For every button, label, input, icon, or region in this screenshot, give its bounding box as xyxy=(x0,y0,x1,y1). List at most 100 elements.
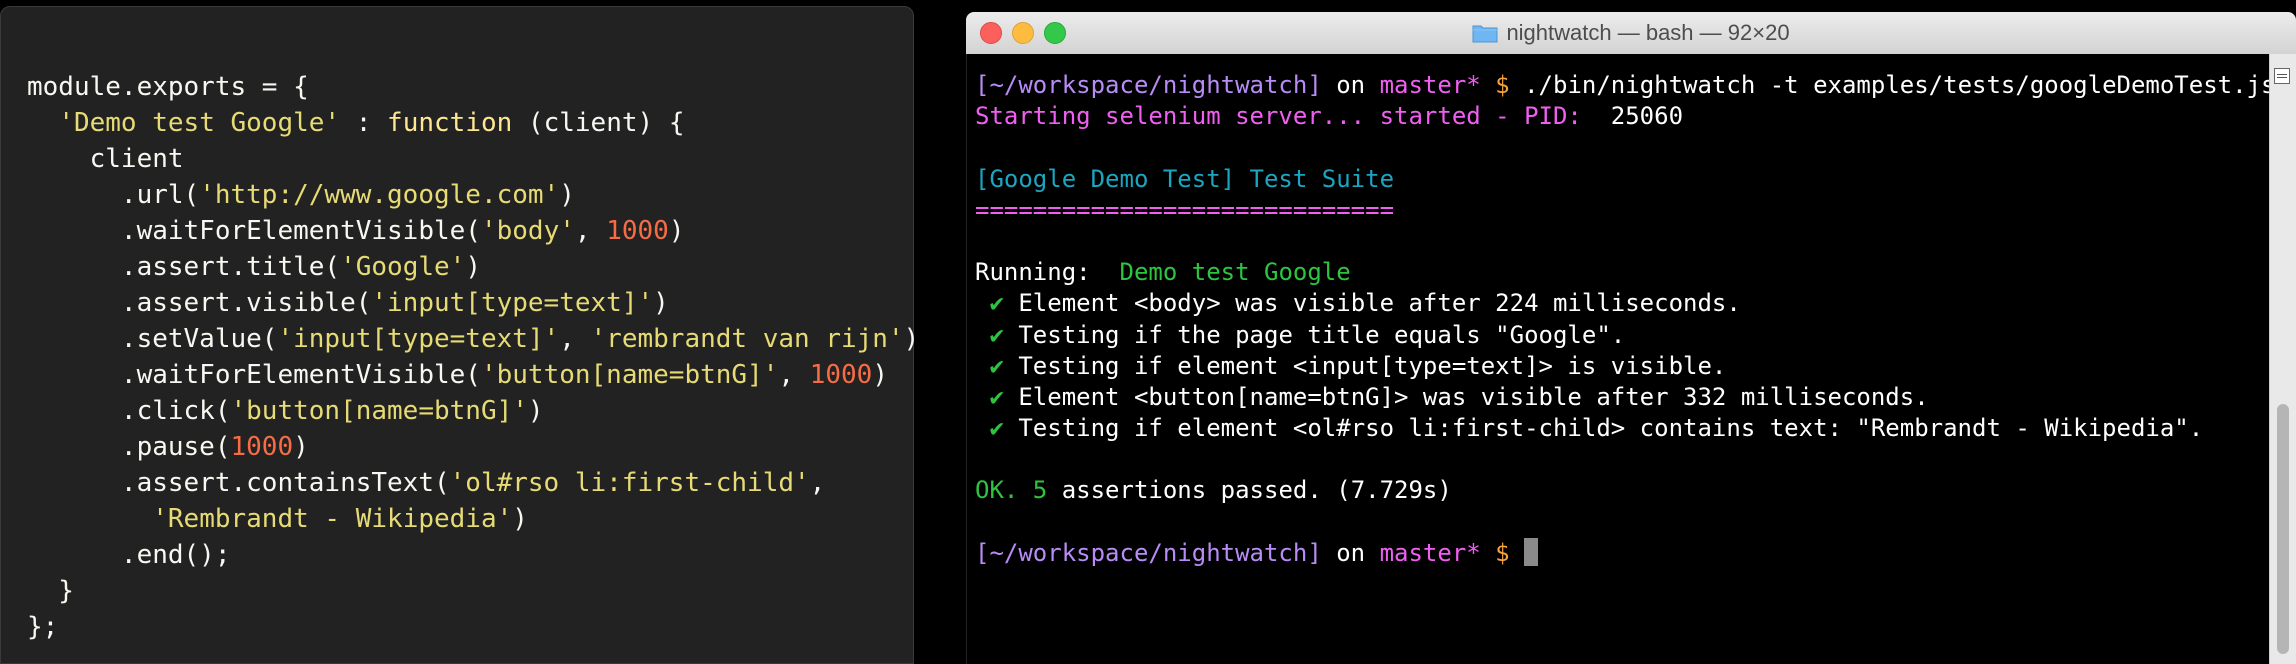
terminal-token: ✔ xyxy=(975,382,1004,411)
terminal-scrollbar[interactable] xyxy=(2269,54,2296,664)
terminal-token: 25060 xyxy=(1610,102,1684,131)
code-token: : xyxy=(340,108,388,138)
code-token: , xyxy=(559,324,591,354)
code-token: .assert.title( xyxy=(27,252,341,282)
terminal-line: ✔ Element <body> was visible after 224 m… xyxy=(975,288,2275,319)
terminal-titlebar[interactable]: nightwatch — bash — 92×20 xyxy=(966,12,2296,55)
folder-icon xyxy=(1472,23,1498,43)
code-token: function xyxy=(387,108,513,138)
code-token: .waitForElementVisible( xyxy=(27,360,481,390)
code-line: .click('button[name=btnG]') xyxy=(27,393,919,429)
code-token: .assert.visible( xyxy=(27,288,372,318)
terminal-token: Testing if the page title equals "Google… xyxy=(1003,320,1626,349)
menu-icon[interactable] xyxy=(2274,68,2290,84)
terminal-token: Starting selenium server... started - PI… xyxy=(975,102,1611,131)
code-line: .setValue('input[type=text]', 'rembrandt… xyxy=(27,321,919,357)
terminal-output[interactable]: [~/workspace/nightwatch] on master* $ ./… xyxy=(966,54,2296,664)
code-token: 1000 xyxy=(606,216,669,246)
terminal-token: $ xyxy=(1480,538,1525,567)
code-line: } xyxy=(27,573,919,609)
code-token: ) xyxy=(465,252,481,282)
terminal-token: ✔ xyxy=(975,320,1004,349)
terminal-token: ./bin/nightwatch -t examples/tests/googl… xyxy=(1524,71,2276,99)
code-line: .url('http://www.google.com') xyxy=(27,177,919,213)
scrollbar-thumb[interactable] xyxy=(2277,404,2289,654)
code-token: 1000 xyxy=(230,432,294,462)
terminal-token: ============================= xyxy=(975,195,1395,224)
terminal-line: [~/workspace/nightwatch] on master* $ ./… xyxy=(975,70,2275,101)
code-token: .url( xyxy=(27,180,200,210)
terminal-line: ✔ Testing if element <input[type=text]> … xyxy=(975,351,2275,382)
code-line: .end(); xyxy=(27,537,919,573)
code-token: 'Demo test Google' xyxy=(58,108,341,138)
code-token: 1000 xyxy=(809,360,873,390)
code-token: 'input[type=text]' xyxy=(371,288,654,318)
terminal-token: ✔ xyxy=(975,351,1004,380)
code-token: .click( xyxy=(27,396,231,426)
terminal-token: master* xyxy=(1379,538,1481,567)
terminal-token: Element <button[name=btnG]> was visible … xyxy=(1003,382,1929,411)
code-token: ) xyxy=(527,396,544,426)
code-line: .waitForElementVisible('button[name=btnG… xyxy=(27,357,919,393)
code-token: , xyxy=(809,468,826,498)
code-token: }; xyxy=(27,612,59,642)
code-line: 'Demo test Google' : function (client) { xyxy=(27,105,919,141)
terminal-line: ============================= xyxy=(975,195,2275,226)
code-line: module.exports = { xyxy=(27,69,919,105)
code-token: , xyxy=(574,216,607,246)
terminal-line: ✔ Element <button[name=btnG]> was visibl… xyxy=(975,382,2275,413)
terminal-window[interactable]: nightwatch — bash — 92×20 [~/workspace/n… xyxy=(966,12,2296,664)
terminal-token: Testing if element <input[type=text]> is… xyxy=(1003,351,1727,380)
terminal-line: OK. 5 assertions passed. (7.729s) xyxy=(975,475,2275,506)
code-token: .assert.containsText( xyxy=(27,468,450,498)
code-token: ) xyxy=(903,324,920,354)
code-token: 'ol#rso li:first-child' xyxy=(449,468,810,498)
code-editor-panel[interactable]: module.exports = { 'Demo test Google' : … xyxy=(0,6,919,664)
code-token: .waitForElementVisible( xyxy=(27,216,481,246)
terminal-token: $ xyxy=(1480,71,1525,99)
code-token: .pause( xyxy=(27,432,231,462)
terminal-line: ✔ Testing if element <ol#rso li:first-ch… xyxy=(975,413,2275,444)
code-line: .pause(1000) xyxy=(27,429,919,465)
terminal-lines: [~/workspace/nightwatch] on master* $ ./… xyxy=(975,70,2275,569)
terminal-token: Running: xyxy=(975,258,1120,287)
code-line: client xyxy=(27,141,919,177)
terminal-line: [Google Demo Test] Test Suite xyxy=(975,164,2275,195)
window-title-text: nightwatch — bash — 92×20 xyxy=(1506,20,1790,45)
code-token: , xyxy=(778,360,810,390)
code-token: ) xyxy=(512,504,528,534)
code-token: (client) { xyxy=(512,108,685,138)
terminal-token: OK. 5 xyxy=(975,476,1062,505)
code-token: ) xyxy=(293,432,309,462)
code-line: 'Rembrandt - Wikipedia') xyxy=(27,501,919,537)
code-token: 'input[type=text]' xyxy=(277,324,560,354)
code-token: 'button[name=btnG]' xyxy=(480,360,779,390)
window-title: nightwatch — bash — 92×20 xyxy=(966,12,2296,54)
code-line: .assert.visible('input[type=text]') xyxy=(27,285,919,321)
code-token: ) xyxy=(872,360,888,390)
code-token: client xyxy=(27,144,184,174)
code-token: .end(); xyxy=(27,540,231,570)
terminal-token: master* xyxy=(1379,71,1481,99)
code-lines: module.exports = { 'Demo test Google' : … xyxy=(27,69,919,645)
terminal-line: ✔ Testing if the page title equals "Goog… xyxy=(975,320,2275,351)
terminal-token: ✔ xyxy=(975,289,1004,318)
terminal-token: assertions passed. (7.729s) xyxy=(1061,476,1452,505)
code-token: 'button[name=btnG]' xyxy=(230,396,528,426)
terminal-token: [~/workspace/nightwatch] xyxy=(975,71,1322,99)
code-token: 'http://www.google.com' xyxy=(199,180,560,210)
terminal-token: Testing if element <ol#rso li:first-chil… xyxy=(1003,414,2204,443)
code-token: ) xyxy=(653,288,669,318)
terminal-token: ✔ xyxy=(975,414,1004,443)
terminal-token: [Google Demo Test] Test Suite xyxy=(975,164,1395,193)
code-token: ) xyxy=(559,180,575,210)
code-token: module.exports = { xyxy=(27,72,309,102)
terminal-line: [~/workspace/nightwatch] on master* $ xyxy=(975,537,2275,569)
terminal-token: Element <body> was visible after 224 mil… xyxy=(1003,289,1741,318)
code-token: 'body' xyxy=(480,216,575,246)
